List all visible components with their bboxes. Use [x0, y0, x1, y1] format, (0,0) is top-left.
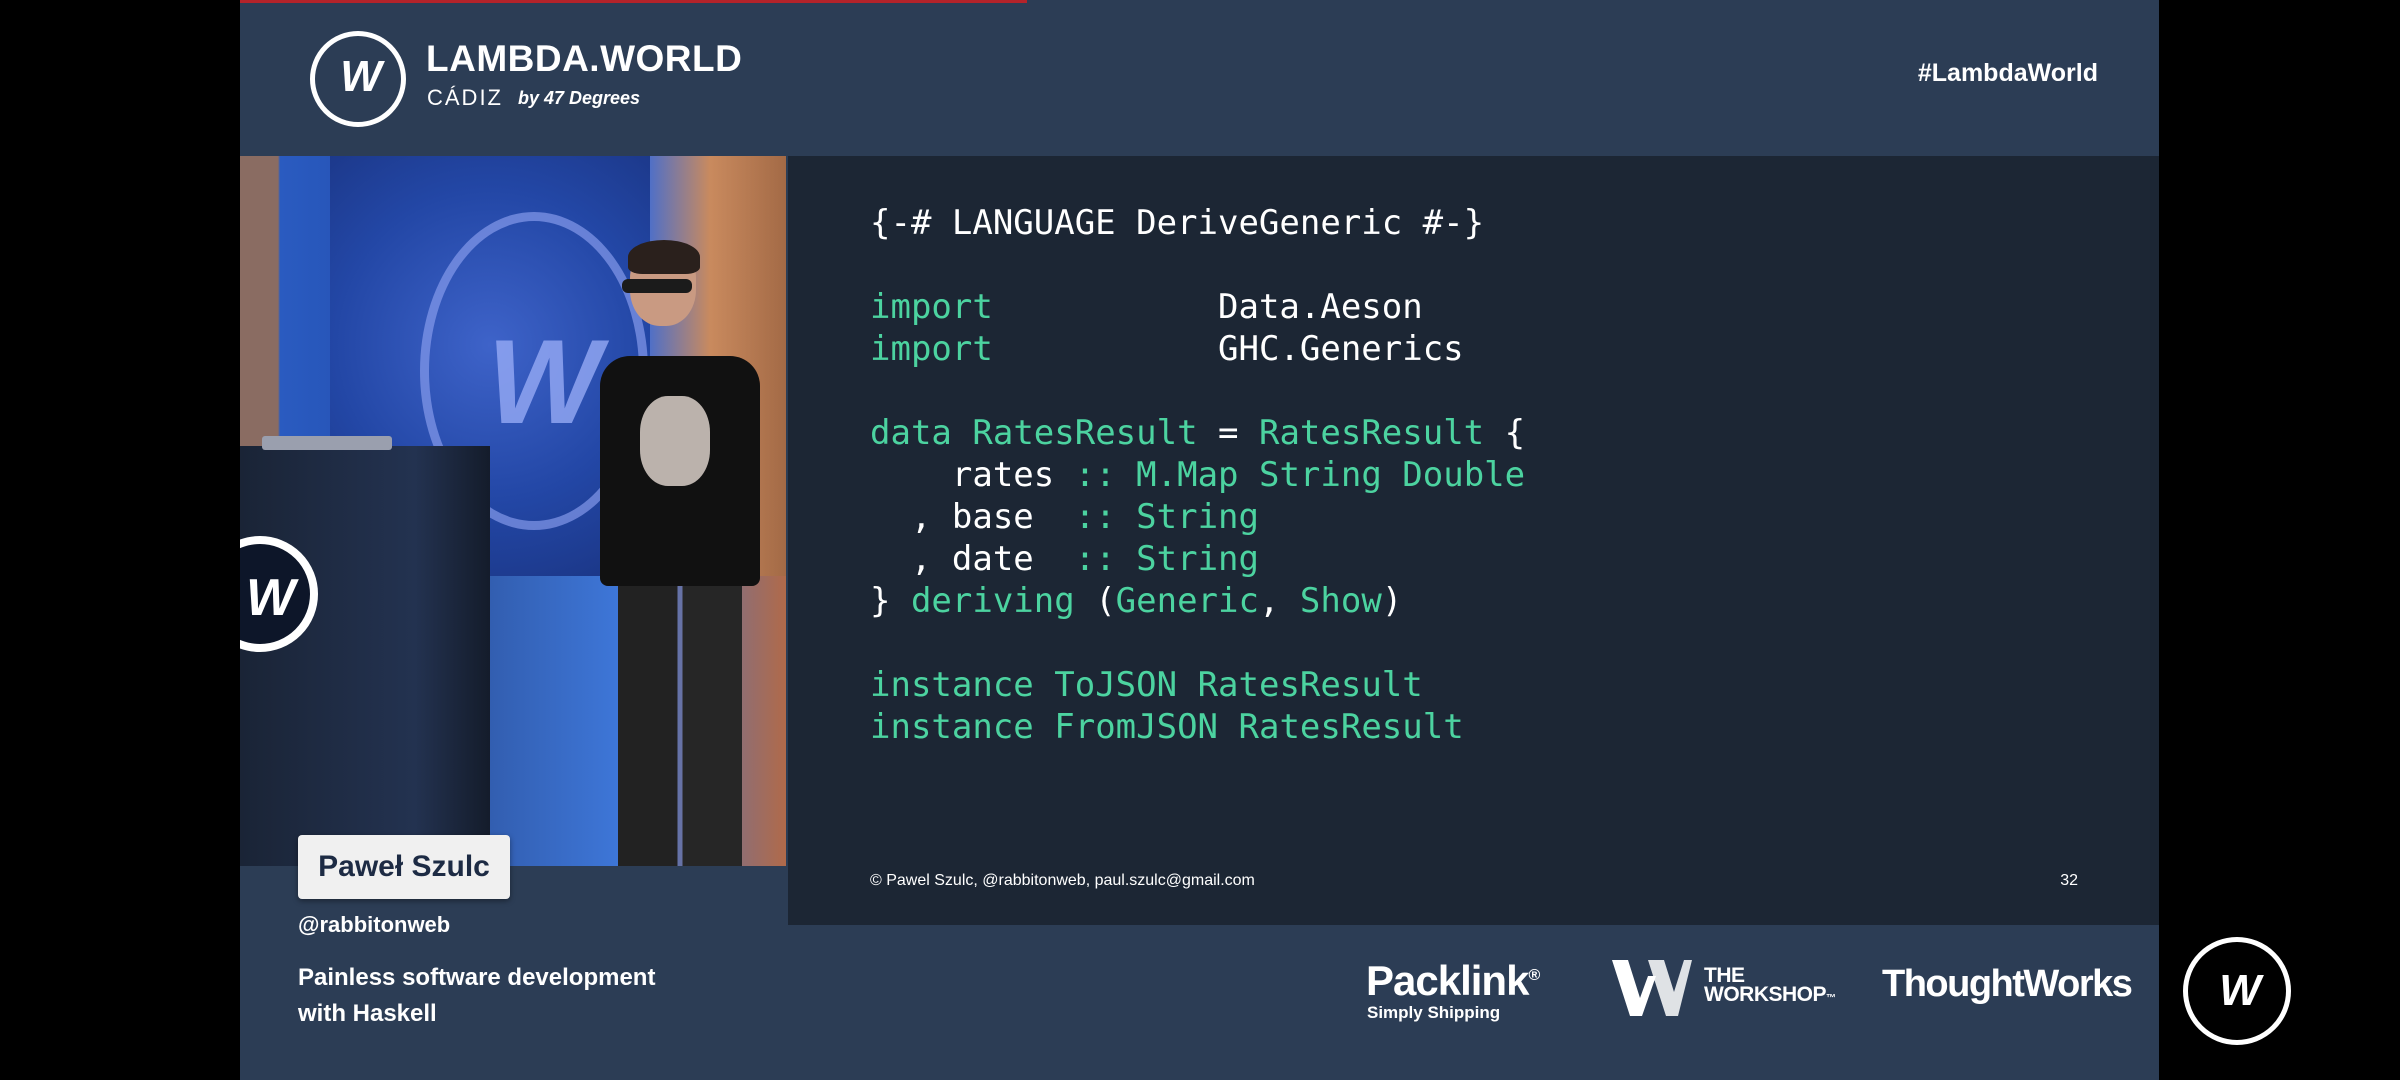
code-field-type: String	[1136, 497, 1259, 537]
code-field-name: date	[951, 539, 1034, 579]
speaker-legs	[618, 581, 742, 866]
workshop-line2: WORKSHOP	[1704, 983, 1827, 1006]
code-constructor: RatesResult	[1258, 413, 1485, 453]
code-field-type: String	[1136, 539, 1259, 579]
packlink-name: Packlink	[1366, 957, 1529, 1004]
channel-watermark-logo[interactable]: W	[2183, 937, 2291, 1045]
code-import-keyword: import	[870, 329, 993, 369]
podium-laptop	[262, 436, 392, 450]
podium-logo-letter: W	[246, 569, 295, 627]
code-instance-class: ToJSON	[1054, 665, 1178, 705]
code-field-type: M.Map String Double	[1136, 455, 1526, 495]
code-type-sig: ::	[1074, 539, 1116, 579]
video-progress-bar[interactable]	[240, 0, 1027, 3]
brand-title: LAMBDA.WORLD	[426, 38, 743, 79]
thoughtworks-logo: ThoughtWorks	[1882, 963, 2133, 1005]
code-import-keyword: import	[870, 287, 993, 327]
code-brace-open: {	[1484, 413, 1526, 453]
event-hashtag: #LambdaWorld	[1917, 59, 2098, 87]
code-field-name: rates	[951, 455, 1055, 495]
speaker-figure	[600, 240, 760, 866]
code-instance-class: FromJSON	[1054, 707, 1219, 747]
code-import-module: GHC.Generics	[1218, 329, 1464, 369]
code-instance-keyword: instance	[870, 707, 1034, 747]
code-type-name: RatesResult	[972, 413, 1198, 453]
workshop-w-icon	[1612, 960, 1692, 1016]
brand-by: by 47 Degrees	[518, 88, 641, 108]
brand-city: CÁDIZ	[427, 85, 503, 110]
code-data-keyword: data	[870, 413, 952, 453]
code-instance-type: RatesResult	[1197, 665, 1423, 705]
slide-number: 32	[2060, 872, 2078, 889]
watermark-letter: W	[2219, 966, 2261, 1015]
code-type-sig: ::	[1074, 497, 1116, 537]
logo-letter: W	[340, 52, 382, 101]
speaker-name-tag: Paweł Szulc	[298, 835, 510, 899]
code-field-name: base	[951, 497, 1034, 537]
code-block: {-# LANGUAGE DeriveGeneric #-} import Da…	[870, 203, 1526, 747]
code-type-sig: ::	[1074, 455, 1116, 495]
packlink-tagline: Simply Shipping	[1367, 1003, 1501, 1022]
speaker-camera-feed: W W	[240, 156, 786, 866]
speaker-hair	[628, 240, 700, 274]
talk-title: Painless software development with Haske…	[298, 964, 656, 1027]
lambda-world-logo: W	[310, 31, 406, 127]
packlink-registered-mark: ®	[1528, 967, 1540, 984]
code-equals: =	[1197, 413, 1259, 453]
workshop-logo-text: THE WORKSHOP™	[1704, 965, 1836, 1008]
code-instance-keyword: instance	[870, 665, 1034, 705]
code-deriving-class: Generic	[1115, 581, 1259, 621]
code-deriving-class: Show	[1299, 581, 1382, 621]
code-instance-type: RatesResult	[1238, 707, 1464, 747]
speaker-name: Paweł Szulc	[318, 850, 490, 883]
code-deriving-keyword: deriving	[910, 581, 1075, 621]
speaker-glasses	[622, 279, 692, 293]
shirt-print	[640, 396, 710, 486]
workshop-trademark: ™	[1826, 993, 1836, 1004]
presentation-slide: {-# LANGUAGE DeriveGeneric #-} import Da…	[788, 156, 2159, 925]
speaker-handle: @rabbitonweb	[298, 912, 451, 937]
packlink-logo: Packlink®	[1366, 957, 1540, 1005]
podium	[240, 446, 490, 866]
code-import-module: Data.Aeson	[1218, 287, 1423, 327]
slide-footer: © Pawel Szulc, @rabbitonweb, paul.szulc@…	[870, 872, 1255, 889]
code-line-pragma: {-# LANGUAGE DeriveGeneric #-}	[870, 203, 1485, 243]
